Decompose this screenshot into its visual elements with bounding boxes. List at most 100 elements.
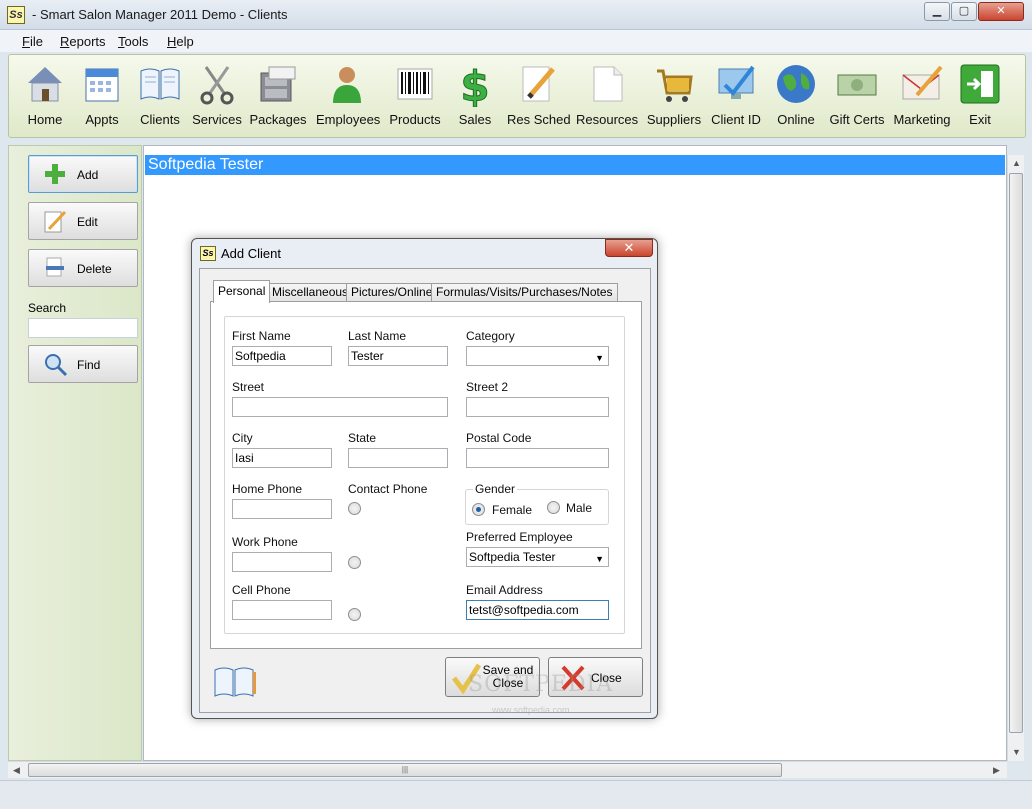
street-label: Street	[232, 380, 265, 394]
toolbar-client-id-button[interactable]: Client ID	[705, 59, 767, 133]
watermark-url: www.softpedia.com	[492, 705, 570, 715]
search-label: Search	[28, 301, 67, 315]
minimize-button[interactable]: ▁	[924, 2, 950, 21]
scroll-right-icon[interactable]: ▶	[993, 765, 1000, 776]
left-action-panel: Add Edit Delete Search Find	[8, 145, 142, 761]
toolbar-appts-button[interactable]: Appts	[71, 59, 133, 133]
first-name-field[interactable]: Softpedia	[232, 346, 332, 366]
female-label: Female	[492, 503, 533, 517]
postal-code-label: Postal Code	[466, 431, 532, 445]
horizontal-scroll-thumb[interactable]: |||	[28, 763, 782, 777]
vertical-scrollbar[interactable]: ▲ ▼	[1007, 155, 1024, 761]
find-button[interactable]: Find	[28, 345, 138, 383]
preferred-employee-select[interactable]: Softpedia Tester ▼	[466, 547, 609, 567]
menu-tools[interactable]: Tools	[118, 34, 148, 49]
globe-icon	[777, 65, 815, 103]
banknote-icon	[837, 74, 877, 96]
tab-personal[interactable]: Personal	[213, 280, 271, 303]
female-radio[interactable]	[472, 503, 485, 516]
edit-button[interactable]: Edit	[28, 202, 138, 240]
dialog-close-button[interactable]: ✕	[605, 239, 653, 257]
main-toolbar: Home Appts Clients Services Packages Emp…	[8, 54, 1026, 138]
status-bar	[0, 780, 1032, 809]
horizontal-scrollbar[interactable]: ◀ ||| ▶	[8, 761, 1007, 778]
scissors-icon	[200, 66, 234, 105]
email-field[interactable]: tetst@softpedia.com	[466, 600, 609, 620]
close-window-button[interactable]: ✕	[978, 2, 1024, 21]
svg-text:$: $	[460, 62, 489, 107]
toolbar-packages-button[interactable]: Packages	[247, 59, 309, 133]
dollar-icon: $	[460, 62, 490, 108]
toolbar-suppliers-button[interactable]: Suppliers	[643, 59, 705, 133]
toolbar-home-button[interactable]: Home	[14, 59, 76, 133]
tab-miscellaneous[interactable]: Miscellaneous	[267, 283, 354, 302]
cell-phone-field[interactable]	[232, 600, 332, 620]
home-phone-label: Home Phone	[232, 482, 303, 496]
pencil-paper-icon	[522, 66, 555, 102]
vertical-scroll-thumb[interactable]	[1009, 173, 1023, 733]
male-radio[interactable]	[547, 501, 560, 514]
last-name-field[interactable]: Tester	[348, 346, 448, 366]
street2-label: Street 2	[466, 380, 509, 394]
toolbar-employees-button[interactable]: Employees	[316, 59, 380, 133]
scroll-left-icon[interactable]: ◀	[13, 765, 20, 776]
toolbar-online-button[interactable]: Online	[765, 59, 827, 133]
state-field[interactable]	[348, 448, 448, 468]
city-field[interactable]: Iasi	[232, 448, 332, 468]
work-phone-field[interactable]	[232, 552, 332, 572]
category-select[interactable]: ▼	[466, 346, 609, 366]
person-icon	[333, 67, 361, 103]
file-cabinet-icon	[260, 66, 296, 102]
delete-button[interactable]: Delete	[28, 249, 138, 287]
delete-icon	[46, 257, 64, 277]
title-bar: Ss - Smart Salon Manager 2011 Demo - Cli…	[0, 0, 1032, 30]
book-icon	[140, 68, 180, 100]
male-label: Male	[566, 501, 593, 515]
scroll-up-icon[interactable]: ▲	[1012, 158, 1021, 168]
city-label: City	[232, 431, 253, 445]
street-field[interactable]	[232, 397, 448, 417]
home-phone-field[interactable]	[232, 499, 332, 519]
toolbar-products-button[interactable]: Products	[384, 59, 446, 133]
list-item[interactable]: Softpedia Tester	[145, 155, 1005, 175]
toolbar-exit-button[interactable]: Exit	[949, 59, 1011, 133]
toolbar-services-button[interactable]: Services	[186, 59, 248, 133]
street2-field[interactable]	[466, 397, 609, 417]
contact-work-phone-radio[interactable]	[348, 556, 361, 569]
toolbar-sales-button[interactable]: $ Sales	[444, 59, 506, 133]
magnifier-icon	[45, 354, 68, 377]
contact-phone-label: Contact Phone	[348, 482, 428, 496]
email-label: Email Address	[466, 583, 543, 597]
gender-label: Gender	[473, 482, 518, 496]
toolbar-marketing-button[interactable]: Marketing	[891, 59, 953, 133]
search-input[interactable]	[28, 318, 138, 338]
contact-cell-phone-radio[interactable]	[348, 608, 361, 621]
category-label: Category	[466, 329, 515, 343]
state-label: State	[348, 431, 377, 445]
tab-pictures-online[interactable]: Pictures/Online	[346, 283, 438, 302]
postal-code-field[interactable]	[466, 448, 609, 468]
app-icon: Ss	[7, 6, 25, 24]
calendar-icon	[85, 68, 119, 102]
paper-icon	[593, 66, 623, 102]
toolbar-res-sched-button[interactable]: Res Sched	[507, 59, 571, 133]
barcode-icon	[397, 68, 433, 100]
first-name-label: First Name	[232, 329, 291, 343]
add-button[interactable]: Add	[28, 155, 138, 193]
cart-icon	[657, 69, 693, 102]
menu-help[interactable]: Help	[167, 34, 194, 49]
scroll-down-icon[interactable]: ▼	[1012, 747, 1021, 757]
exit-icon	[960, 64, 1000, 104]
address-book-icon	[214, 667, 256, 697]
monitor-check-icon	[718, 65, 755, 99]
toolbar-clients-button[interactable]: Clients	[129, 59, 191, 133]
toolbar-gift-certs-button[interactable]: Gift Certs	[826, 59, 888, 133]
menu-file[interactable]: File	[22, 34, 43, 49]
menu-reports[interactable]: Reports	[60, 34, 106, 49]
envelope-pencil-icon	[902, 65, 943, 100]
contact-home-phone-radio[interactable]	[348, 502, 361, 515]
maximize-button[interactable]: ▢	[951, 2, 977, 21]
toolbar-resources-button[interactable]: Resources	[576, 59, 638, 133]
cell-phone-label: Cell Phone	[232, 583, 291, 597]
tab-formulas[interactable]: Formulas/Visits/Purchases/Notes	[431, 283, 618, 302]
